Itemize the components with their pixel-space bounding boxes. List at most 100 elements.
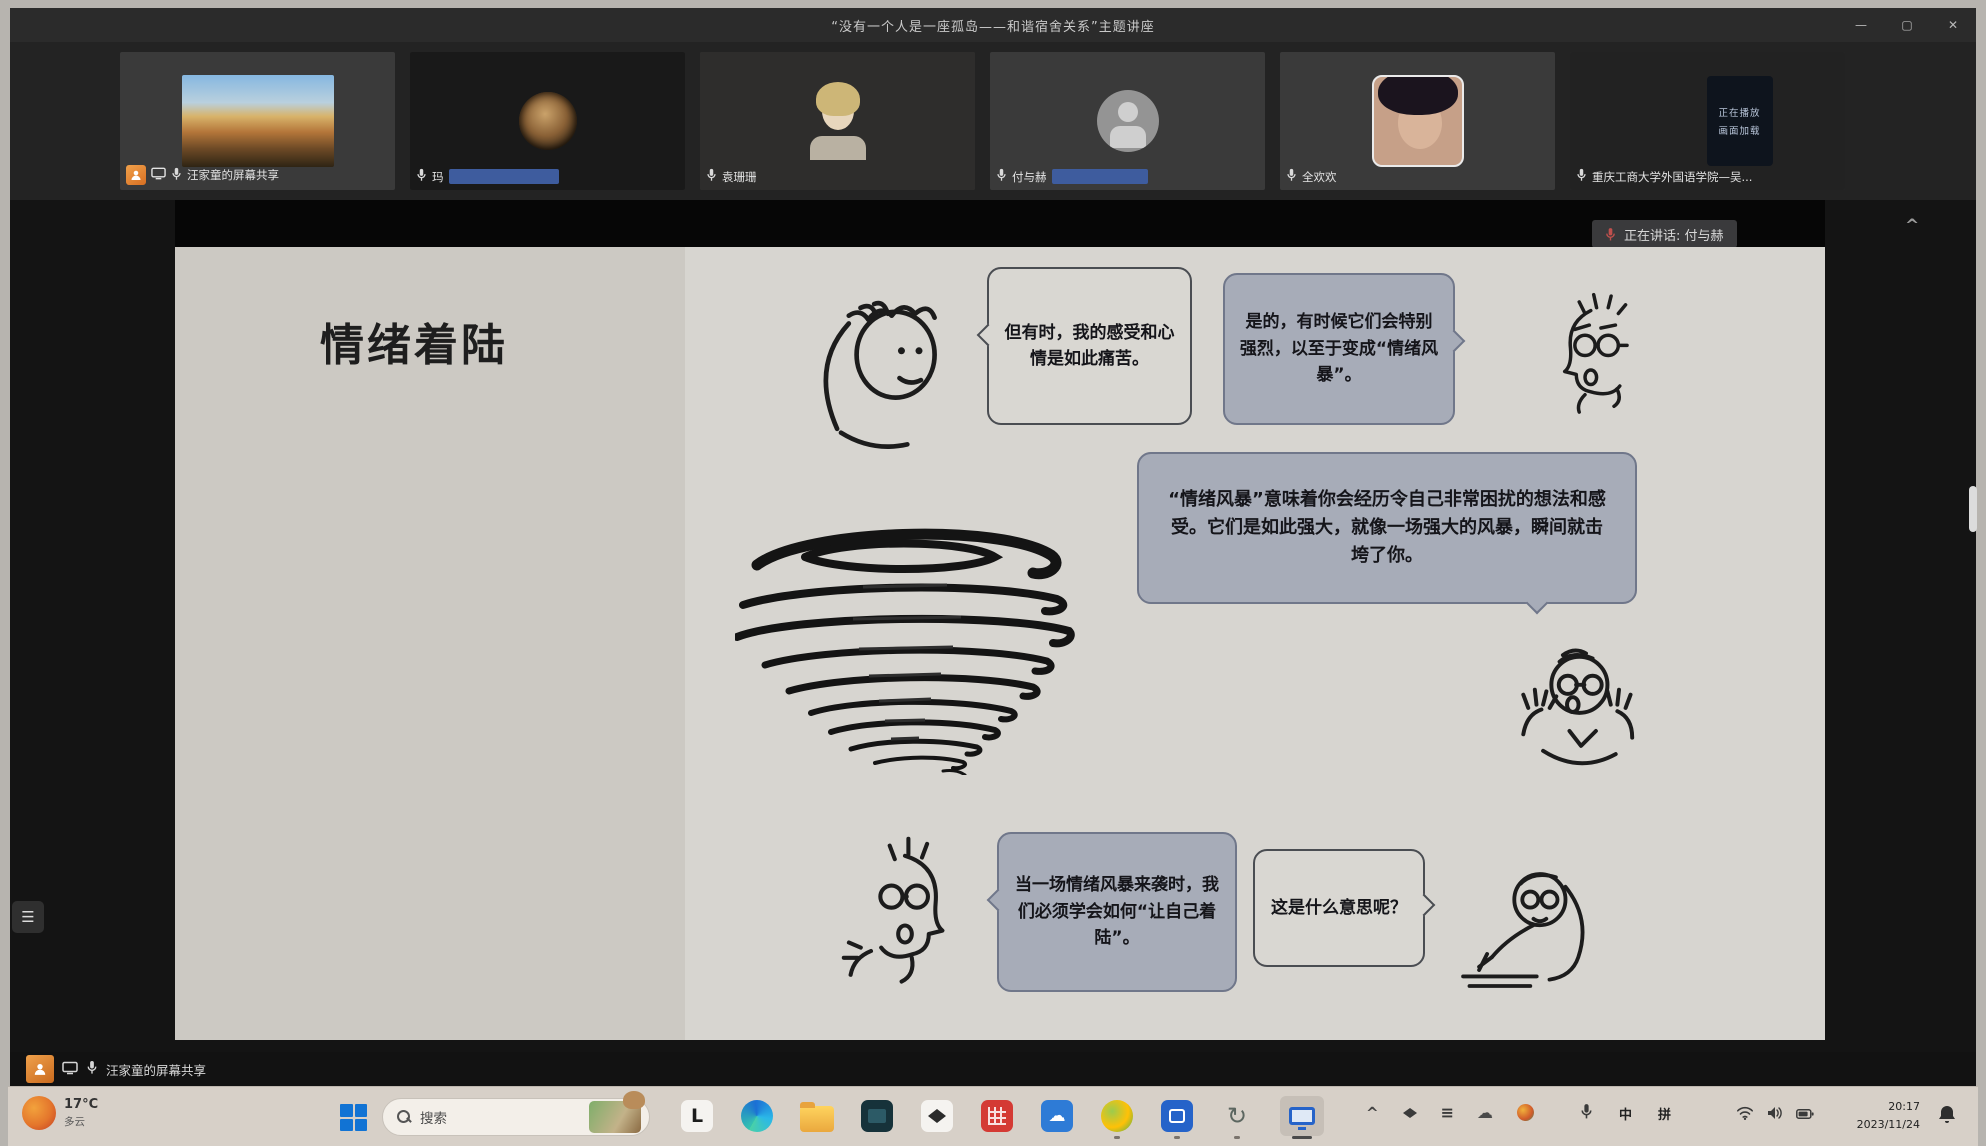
mic-icon bbox=[416, 168, 427, 185]
start-button[interactable] bbox=[340, 1104, 367, 1131]
desktop: “没有一个人是一座孤岛——和谐宿舍关系”主题讲座 — ▢ ✕ bbox=[0, 0, 1986, 1146]
meeting-app-icon[interactable] bbox=[1160, 1099, 1194, 1133]
phone-screen-preview: 正在播放 画面加载 bbox=[1707, 76, 1773, 166]
speaking-indicator-label: 正在讲话: 付与赫 bbox=[1624, 225, 1724, 244]
video-content bbox=[1372, 75, 1464, 167]
cartoon-figure-speaking bbox=[805, 832, 1005, 1002]
shared-screen-area: 正在讲话: 付与赫 ^ 情绪着陆 bbox=[10, 200, 1976, 1052]
weather-widget[interactable]: 17°C 多云 bbox=[22, 1096, 98, 1130]
side-panel-handle[interactable] bbox=[1969, 486, 1977, 532]
speech-bubble: 但有时，我的感受和心情是如此痛苦。 bbox=[987, 267, 1192, 425]
edge-browser-icon[interactable] bbox=[740, 1099, 774, 1133]
taskbar: 17°C 多云 搜索 L ☁ ↻ ^ ≡ ☁ bbox=[8, 1086, 1978, 1146]
host-badge-icon bbox=[126, 165, 146, 185]
hidden-icons-chevron[interactable]: ^ bbox=[1366, 1104, 1379, 1122]
participant-tile-screenshare[interactable]: 汪家童的屏幕共享 bbox=[120, 52, 395, 190]
mic-icon bbox=[996, 168, 1007, 185]
collapse-strip-chevron-icon[interactable]: ^ bbox=[1905, 216, 1919, 236]
speech-bubble-text: 但有时，我的感受和心情是如此痛苦。 bbox=[1003, 320, 1176, 373]
mic-icon bbox=[706, 168, 717, 185]
search-highlight-image bbox=[589, 1101, 641, 1133]
notification-bell-icon[interactable] bbox=[1938, 1105, 1956, 1129]
screenshare-banner: 汪家童的屏幕共享 bbox=[10, 1052, 1976, 1086]
mic-icon bbox=[86, 1060, 98, 1079]
tray-color-circle-icon[interactable] bbox=[1517, 1104, 1534, 1121]
participant-tile[interactable]: 玛 bbox=[410, 52, 685, 190]
clock-time: 20:17 bbox=[1857, 1098, 1920, 1116]
participant-name: 汪家童的屏幕共享 bbox=[187, 167, 279, 183]
search-box[interactable]: 搜索 bbox=[382, 1098, 650, 1136]
speech-bubble-text: 这是什么意思呢？ bbox=[1271, 895, 1407, 921]
app-l-icon[interactable]: L bbox=[680, 1099, 714, 1133]
speaker-icon[interactable] bbox=[1767, 1105, 1783, 1124]
floating-toolbar-handle[interactable]: ☰ bbox=[12, 901, 44, 933]
cloud-drive-app-icon[interactable]: ☁ bbox=[1040, 1099, 1074, 1133]
speech-bubble: 这是什么意思呢？ bbox=[1253, 849, 1425, 967]
tray-cloud-icon[interactable]: ☁ bbox=[1477, 1103, 1493, 1122]
red-grid-app-icon[interactable] bbox=[980, 1099, 1014, 1133]
tray-system bbox=[1736, 1105, 1814, 1124]
video-content bbox=[806, 82, 870, 160]
mic-icon bbox=[1286, 168, 1297, 185]
mic-icon bbox=[171, 167, 182, 184]
screenshare-icon bbox=[62, 1060, 78, 1079]
media-player-icon[interactable] bbox=[920, 1099, 954, 1133]
taskbar-apps: L ☁ ↻ bbox=[680, 1099, 1324, 1136]
speech-bubble-text: 是的，有时候它们会特别强烈，以至于变成“情绪风暴”。 bbox=[1239, 309, 1439, 388]
taskbar-clock[interactable]: 20:17 2023/11/24 bbox=[1857, 1098, 1920, 1133]
close-button[interactable]: ✕ bbox=[1930, 8, 1976, 42]
window-controls: — ▢ ✕ bbox=[1838, 8, 1976, 42]
cartoon-figure-listener bbox=[1527, 277, 1672, 437]
screenshare-app-icon-active[interactable] bbox=[1280, 1096, 1324, 1136]
tray-lines-icon[interactable]: ≡ bbox=[1441, 1103, 1453, 1122]
search-placeholder: 搜索 bbox=[420, 1107, 580, 1127]
masked-name-chip bbox=[449, 169, 559, 184]
mic-icon bbox=[1576, 168, 1587, 185]
maximize-button[interactable]: ▢ bbox=[1884, 8, 1930, 42]
participant-name: 玛 bbox=[432, 169, 444, 185]
active-mic-icon bbox=[1605, 227, 1616, 242]
battery-icon[interactable] bbox=[1796, 1105, 1814, 1124]
search-icon bbox=[397, 1110, 411, 1124]
masked-name-chip bbox=[1052, 169, 1148, 184]
ime-language-indicator[interactable]: 中 bbox=[1619, 1104, 1632, 1123]
participant-tiles: 汪家童的屏幕共享 玛 bbox=[120, 52, 1845, 190]
tornado-drawing bbox=[735, 515, 1075, 775]
minimize-button[interactable]: — bbox=[1838, 8, 1884, 42]
sync-app-icon[interactable]: ↻ bbox=[1220, 1099, 1254, 1133]
window-titlebar[interactable]: “没有一个人是一座孤岛——和谐宿舍关系”主题讲座 — ▢ ✕ bbox=[10, 8, 1976, 42]
wifi-icon[interactable] bbox=[1736, 1105, 1754, 1124]
weather-condition: 多云 bbox=[64, 1114, 98, 1129]
participant-tile[interactable]: 袁珊珊 bbox=[700, 52, 975, 190]
default-avatar bbox=[1097, 90, 1159, 152]
participant-name: 付与赫 bbox=[1012, 169, 1047, 185]
video-strip: 汪家童的屏幕共享 玛 bbox=[10, 42, 1976, 200]
phone-overlay-line1: 正在播放 bbox=[1718, 105, 1760, 119]
speech-bubble-text: 当一场情绪风暴来袭时，我们必须学会如何“让自己着陆”。 bbox=[1013, 872, 1221, 951]
presentation-slide: 情绪着陆 但有时，我的感受和心情是如此痛苦。 bbox=[175, 247, 1825, 1040]
clock-date: 2023/11/24 bbox=[1857, 1116, 1920, 1134]
teal-app-icon[interactable] bbox=[860, 1099, 894, 1133]
tray-media-icon[interactable] bbox=[1403, 1108, 1417, 1118]
participant-name: 重庆工商大学外国语学院—吴... bbox=[1592, 169, 1752, 185]
colorful-app-icon[interactable] bbox=[1100, 1099, 1134, 1133]
presenter-avatar bbox=[26, 1055, 54, 1083]
phone-overlay-line2: 画面加载 bbox=[1718, 123, 1760, 137]
participant-name: 全欢欢 bbox=[1302, 169, 1337, 185]
tray-middle: 中 拼 bbox=[1580, 1103, 1671, 1124]
participant-tile[interactable]: 正在播放 画面加载 重庆工商大学外国语学院—吴... bbox=[1570, 52, 1845, 190]
slide-title: 情绪着陆 bbox=[320, 309, 508, 373]
screenshare-banner-label: 汪家童的屏幕共享 bbox=[106, 1060, 206, 1079]
video-content bbox=[519, 92, 577, 150]
shared-slide-preview bbox=[182, 75, 334, 167]
participant-name: 袁珊珊 bbox=[722, 169, 757, 185]
ime-mode-indicator[interactable]: 拼 bbox=[1658, 1104, 1671, 1123]
meeting-window: “没有一个人是一座孤岛——和谐宿舍关系”主题讲座 — ▢ ✕ bbox=[10, 8, 1976, 1086]
weather-icon bbox=[22, 1096, 56, 1130]
participant-tile[interactable]: 全欢欢 bbox=[1280, 52, 1555, 190]
speech-bubble: 是的，有时候它们会特别强烈，以至于变成“情绪风暴”。 bbox=[1223, 273, 1455, 425]
tray-mic-icon[interactable] bbox=[1580, 1103, 1593, 1124]
speaking-indicator: 正在讲话: 付与赫 bbox=[1592, 220, 1737, 248]
participant-tile[interactable]: 付与赫 bbox=[990, 52, 1265, 190]
file-explorer-icon[interactable] bbox=[800, 1099, 834, 1133]
